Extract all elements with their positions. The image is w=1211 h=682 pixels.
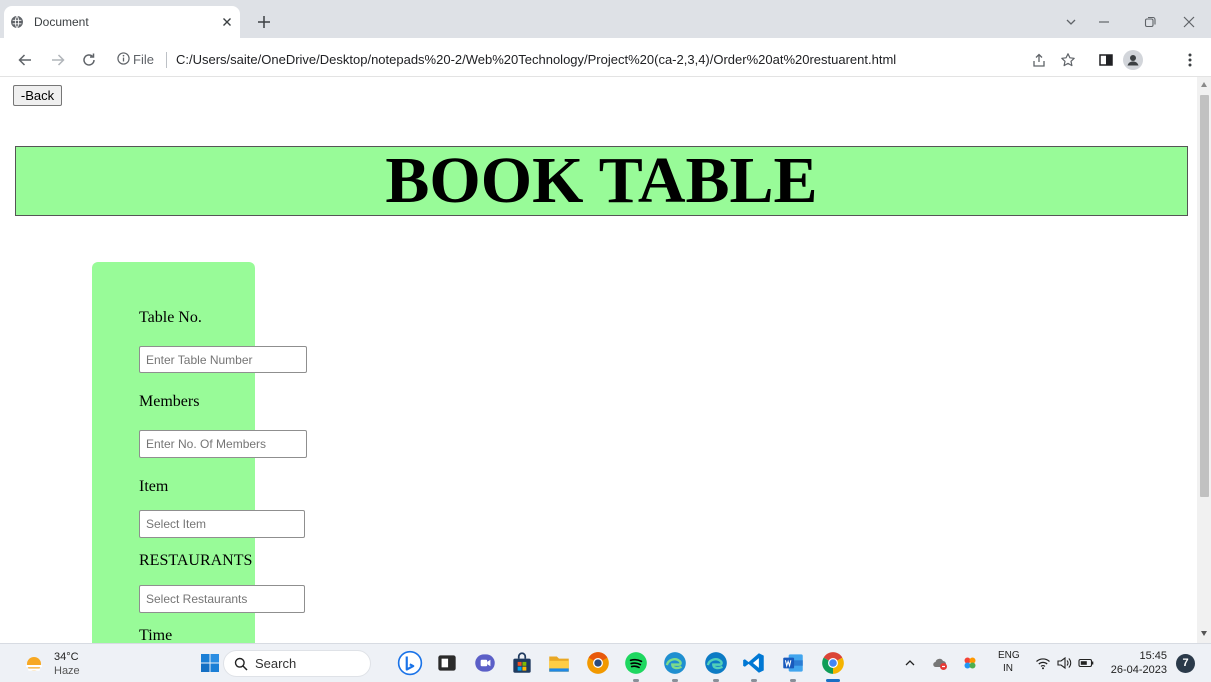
tab-search-chevron-icon[interactable]	[1064, 15, 1078, 29]
tab-strip: Document	[0, 0, 1211, 38]
file-explorer-icon[interactable]	[546, 650, 572, 676]
vertical-scrollbar[interactable]	[1197, 77, 1211, 643]
notification-badge[interactable]: 7	[1176, 654, 1195, 673]
store-icon[interactable]	[509, 650, 535, 676]
language-region: IN	[1003, 663, 1013, 674]
item-label: Item	[139, 478, 169, 495]
meet-icon[interactable]	[472, 650, 498, 676]
url-text[interactable]: C:/Users/saite/OneDrive/Desktop/notepads…	[176, 52, 896, 68]
bing-icon[interactable]	[397, 650, 423, 676]
new-tab-icon[interactable]	[257, 15, 271, 29]
language-indicator[interactable]: ENG IN	[994, 650, 1020, 678]
time-label: Time	[139, 627, 173, 643]
edge-beta-icon[interactable]	[662, 650, 688, 676]
scrollbar-thumb[interactable]	[1200, 95, 1209, 497]
side-panel-icon[interactable]	[1098, 52, 1114, 68]
vscode-icon[interactable]	[741, 650, 767, 676]
search-label: Search	[255, 656, 297, 671]
page-content: -Back BOOK TABLE Table No. Members Item …	[0, 77, 1197, 643]
book-table-banner: BOOK TABLE	[15, 146, 1188, 216]
chrome-canary-icon[interactable]	[585, 650, 611, 676]
spotify-icon[interactable]	[623, 650, 649, 676]
table-number-label: Table No.	[139, 309, 202, 326]
item-input[interactable]	[139, 510, 305, 538]
back-button[interactable]: -Back	[13, 85, 62, 106]
forward-arrow-icon[interactable]	[50, 52, 66, 68]
weather-condition: Haze	[54, 665, 80, 677]
scroll-down-icon[interactable]	[1201, 631, 1207, 636]
wifi-icon[interactable]	[1035, 655, 1051, 671]
members-input[interactable]	[139, 430, 307, 458]
taskbar-search-box[interactable]: Search	[223, 650, 371, 677]
battery-icon[interactable]	[1078, 655, 1094, 671]
cloud-status-icon[interactable]	[932, 655, 948, 671]
url-scheme-label: File	[133, 52, 154, 67]
restaurants-input[interactable]	[139, 585, 305, 613]
close-window-icon[interactable]	[1182, 15, 1196, 29]
profile-icon[interactable]	[1123, 50, 1143, 70]
menu-dots-icon[interactable]	[1184, 52, 1196, 68]
bookmark-star-icon[interactable]	[1060, 52, 1076, 68]
edge-icon[interactable]	[703, 650, 729, 676]
share-icon[interactable]	[1031, 52, 1047, 68]
task-view-icon[interactable]	[434, 650, 460, 676]
minimize-icon[interactable]	[1097, 15, 1111, 29]
volume-icon[interactable]	[1056, 655, 1072, 671]
members-label: Members	[139, 393, 200, 410]
site-info-icon[interactable]	[117, 52, 130, 65]
weather-sun-icon	[22, 653, 46, 677]
back-arrow-icon[interactable]	[17, 52, 33, 68]
clock[interactable]: 15:45 26-04-2023	[1100, 650, 1167, 678]
scroll-up-icon[interactable]	[1201, 82, 1207, 87]
tab-close-icon[interactable]	[220, 15, 234, 29]
page-title: BOOK TABLE	[385, 144, 818, 217]
weather-temperature: 34°C	[54, 651, 79, 663]
windows-taskbar: 34°C Haze Search ENG IN 15:45 26-04-2023…	[0, 643, 1211, 682]
restaurants-label: RESTAURANTS	[139, 552, 253, 569]
browser-toolbar: File C:/Users/saite/OneDrive/Desktop/not…	[0, 38, 1211, 77]
tab-document[interactable]: Document	[4, 6, 240, 38]
globe-icon	[10, 15, 24, 29]
restore-icon[interactable]	[1143, 15, 1157, 29]
reload-icon[interactable]	[81, 52, 97, 68]
url-separator	[166, 52, 167, 68]
chevron-up-icon[interactable]	[903, 656, 917, 670]
weather-widget[interactable]: 34°C Haze	[22, 651, 102, 679]
chrome-icon[interactable]	[820, 650, 846, 676]
language-code: ENG	[998, 650, 1020, 661]
tab-title: Document	[34, 15, 89, 29]
search-icon	[234, 657, 248, 671]
windows-start-icon[interactable]	[201, 654, 219, 672]
table-number-input[interactable]	[139, 346, 307, 373]
word-icon[interactable]	[780, 650, 806, 676]
colorful-app-icon[interactable]	[962, 655, 978, 671]
clock-date: 26-04-2023	[1110, 664, 1167, 676]
clock-time: 15:45	[1139, 650, 1167, 662]
